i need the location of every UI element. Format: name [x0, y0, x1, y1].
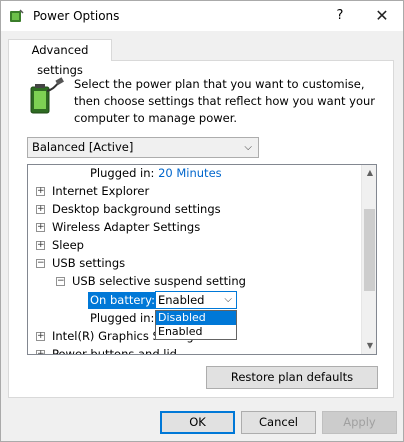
scroll-thumb[interactable]: [364, 209, 375, 291]
scroll-down-arrow-icon[interactable]: ▼: [362, 338, 376, 354]
tab-advanced-settings[interactable]: Advanced settings: [8, 39, 112, 77]
tree-item-label: Wireless Adapter Settings: [52, 220, 201, 234]
expand-icon[interactable]: +: [36, 241, 45, 250]
window-title: Power Options: [33, 9, 120, 23]
vertical-scrollbar[interactable]: ▲ ▼: [361, 165, 376, 354]
help-button[interactable]: ?: [327, 5, 353, 27]
plugged-in-label: Plugged in:: [90, 166, 155, 180]
tree-item-label: Sleep: [52, 238, 84, 252]
power-options-window: Power Options ? ✕ Advanced settings Sele…: [0, 0, 404, 442]
title-bar: Power Options ? ✕: [1, 1, 403, 31]
apply-button[interactable]: Apply: [322, 411, 397, 434]
battery-plug-icon: [30, 77, 64, 114]
expand-icon[interactable]: +: [36, 223, 45, 232]
tree-item-label: Internet Explorer: [52, 184, 150, 198]
dropdown-option-enabled[interactable]: Enabled: [156, 325, 236, 339]
dropdown-option-disabled[interactable]: Disabled: [156, 311, 236, 325]
tree-row-plugged-in[interactable]: Plugged in: 20 Minutes: [90, 165, 222, 182]
expand-icon[interactable]: +: [36, 332, 45, 341]
ok-button[interactable]: OK: [160, 411, 235, 434]
tree-item-sleep[interactable]: + Sleep: [28, 237, 358, 254]
tree-item-internet-explorer[interactable]: + Internet Explorer: [28, 183, 358, 200]
collapse-icon[interactable]: −: [56, 277, 65, 286]
tree-item-usb-selective-suspend[interactable]: − USB selective suspend setting: [28, 273, 358, 290]
cancel-button[interactable]: Cancel: [241, 411, 316, 434]
restore-plan-defaults-button[interactable]: Restore plan defaults: [206, 366, 378, 389]
close-button[interactable]: ✕: [365, 3, 399, 29]
chevron-down-icon: ⌵: [244, 142, 252, 153]
on-battery-label: On battery:: [88, 292, 158, 309]
settings-tree[interactable]: Plugged in: 20 Minutes + Internet Explor…: [27, 164, 377, 355]
tree-item-desktop-background[interactable]: + Desktop background settings: [28, 201, 358, 218]
tree-item-wireless-adapter[interactable]: + Wireless Adapter Settings: [28, 219, 358, 236]
power-options-icon: [10, 9, 24, 22]
description-text: Select the power plan that you want to c…: [74, 77, 376, 125]
on-battery-select[interactable]: Enabled ⌵: [155, 291, 237, 309]
expand-icon[interactable]: +: [36, 205, 45, 214]
power-plan-select[interactable]: Balanced [Active] ⌵: [27, 137, 259, 158]
tree-item-label: Desktop background settings: [52, 202, 221, 216]
collapse-icon[interactable]: −: [36, 259, 45, 268]
tree-item-usb-settings[interactable]: − USB settings: [28, 255, 358, 272]
scroll-up-arrow-icon[interactable]: ▲: [362, 165, 376, 181]
on-battery-dropdown-list: Disabled Enabled: [155, 310, 237, 340]
expand-icon[interactable]: +: [36, 187, 45, 196]
power-plan-value: Balanced [Active]: [32, 140, 134, 154]
tree-item-label: USB settings: [52, 256, 126, 270]
chevron-down-icon: ⌵: [224, 294, 232, 305]
expand-icon[interactable]: +: [36, 350, 45, 354]
tree-item-power-buttons[interactable]: + Power buttons and lid: [28, 346, 358, 355]
plugged-in-value[interactable]: 20 Minutes: [158, 166, 222, 180]
on-battery-value: Enabled: [158, 293, 205, 307]
tree-row-plugged-in-usb[interactable]: Plugged in:: [90, 310, 154, 327]
tree-item-label: USB selective suspend setting: [72, 274, 246, 288]
tree-item-label: Power buttons and lid: [52, 347, 177, 355]
plugged-in-label: Plugged in:: [90, 311, 155, 325]
